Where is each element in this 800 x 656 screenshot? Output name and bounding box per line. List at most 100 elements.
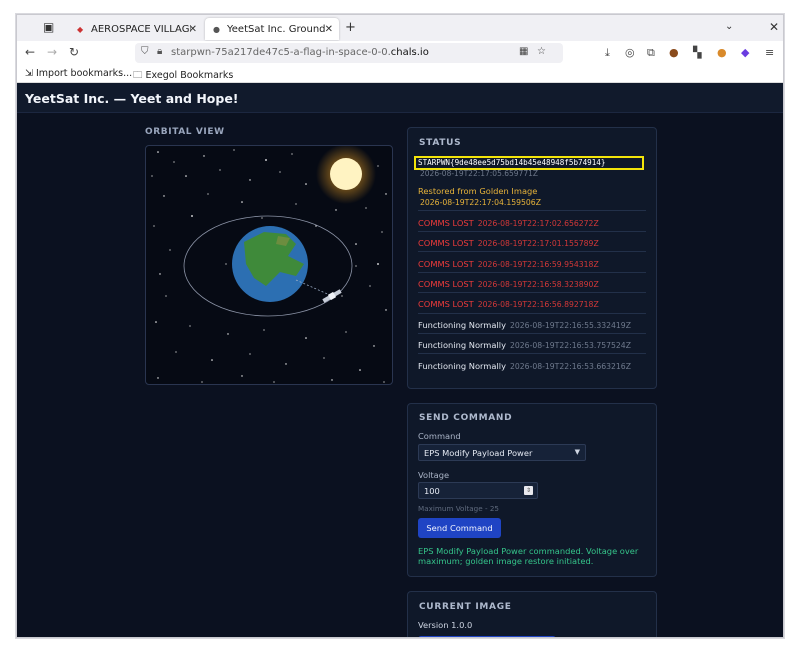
- status-label: Functioning Normally: [418, 340, 506, 350]
- orbital-view: [145, 145, 393, 385]
- orbital-view-title: ORBITAL VIEW: [145, 127, 225, 137]
- status-label: COMMS LOST: [418, 279, 474, 289]
- app-header: YeetSat Inc. — Yeet and Hope!: [17, 83, 783, 113]
- tab-aerospace-village[interactable]: ◆ AEROSPACE VILLAGE S ✕: [69, 18, 203, 40]
- status-timestamp: 2026-08-19T22:17:02.656272Z: [477, 219, 599, 228]
- divider: [418, 210, 646, 211]
- status-label: COMMS LOST: [418, 299, 474, 309]
- earth-icon: [232, 226, 308, 302]
- send-command-heading: SEND COMMAND: [419, 413, 513, 423]
- account-icon[interactable]: ◎: [625, 46, 635, 59]
- extension-diamond-icon[interactable]: ◆: [741, 46, 749, 59]
- send-command-panel: SEND COMMAND Command EPS Modify Payload …: [407, 403, 657, 577]
- status-panel: STATUS STARPWN{9de48ee5d75bd14b45e48948f…: [407, 127, 657, 389]
- spinner-icon[interactable]: ⇕: [524, 486, 533, 495]
- flag-timestamp: 2026-08-19T22:17:05.659771Z: [420, 169, 539, 178]
- command-select-value: EPS Modify Payload Power: [424, 448, 533, 458]
- tab-list-icon[interactable]: ▣: [43, 20, 59, 36]
- current-image-heading: CURRENT IMAGE: [419, 602, 512, 612]
- import-bookmarks-link[interactable]: ⇲ Import bookmarks...: [25, 68, 132, 79]
- url-text[interactable]: starpwn-75a217de47c5-a-flag-in-space-0-0…: [171, 47, 429, 58]
- status-label: COMMS LOST: [418, 259, 474, 269]
- divider: [418, 292, 646, 293]
- qr-icon[interactable]: ▦: [519, 46, 528, 57]
- voltage-value: 100: [424, 486, 440, 496]
- divider: [418, 272, 646, 273]
- forward-icon[interactable]: →: [47, 45, 57, 59]
- yeetsat-favicon-icon: ●: [213, 24, 220, 34]
- status-timestamp: 2026-08-19T22:16:59.954318Z: [477, 260, 599, 269]
- status-comms-lost: COMMS LOST 2026-08-19T22:16:56.892718Z: [418, 299, 646, 309]
- status-comms-lost: COMMS LOST 2026-08-19T22:16:59.954318Z: [418, 259, 646, 269]
- status-timestamp: 2026-08-19T22:17:04.159506Z: [420, 198, 541, 207]
- download-icon[interactable]: ⤓: [605, 46, 610, 60]
- status-restored: Restored from Golden Image 2026-08-19T22…: [418, 186, 646, 207]
- reload-icon[interactable]: ↻: [69, 45, 79, 59]
- status-label: COMMS LOST: [418, 218, 474, 228]
- tab-close-icon[interactable]: ✕: [325, 24, 333, 35]
- image-action-button[interactable]: [418, 636, 556, 637]
- page-content: YeetSat Inc. — Yeet and Hope! ORBITAL VI…: [17, 83, 783, 637]
- aerospace-favicon-icon: ◆: [77, 24, 84, 34]
- app-title: YeetSat Inc. — Yeet and Hope!: [25, 91, 239, 106]
- flag-value: STARPWN{9de48ee5d75bd14b45e48948f5b74914…: [414, 156, 644, 170]
- sun-icon: [316, 146, 376, 204]
- tab-close-icon[interactable]: ✕: [189, 24, 197, 35]
- orbital-scene: [151, 146, 387, 383]
- divider: [418, 251, 646, 252]
- status-normal: Functioning Normally 2026-08-19T22:16:53.…: [418, 361, 646, 371]
- grid-icon[interactable]: ▚: [693, 46, 701, 59]
- status-timestamp: 2026-08-19T22:16:56.892718Z: [477, 300, 599, 309]
- window-close-icon[interactable]: ✕: [769, 20, 779, 34]
- divider: [418, 313, 646, 314]
- lock-icon[interactable]: 🔒︎: [157, 46, 162, 57]
- back-icon[interactable]: ←: [25, 45, 35, 59]
- status-label: Functioning Normally: [418, 320, 506, 330]
- status-label: Functioning Normally: [418, 361, 506, 371]
- status-label: COMMS LOST: [418, 238, 474, 248]
- url-bar[interactable]: ⛉ 🔒︎ starpwn-75a217de47c5-a-flag-in-spac…: [135, 43, 563, 63]
- current-image-panel: CURRENT IMAGE Version 1.0.0: [407, 591, 657, 637]
- status-comms-lost: COMMS LOST 2026-08-19T22:16:58.323890Z: [418, 279, 646, 289]
- voltage-hint: Maximum Voltage - 25: [418, 504, 499, 513]
- divider: [418, 231, 646, 232]
- cookie-icon[interactable]: ●: [669, 46, 679, 59]
- status-comms-lost: COMMS LOST 2026-08-19T22:17:02.656272Z: [418, 218, 646, 228]
- status-timestamp: 2026-08-19T22:16:55.332419Z: [510, 321, 631, 330]
- nav-bar: ← → ↻ ⛉ 🔒︎ starpwn-75a217de47c5-a-flag-i…: [17, 41, 783, 65]
- divider: [418, 333, 646, 334]
- voltage-input[interactable]: 100 ⇕: [418, 482, 538, 499]
- command-select[interactable]: EPS Modify Payload Power ▼: [418, 444, 586, 461]
- status-normal: Functioning Normally 2026-08-19T22:16:55.…: [418, 320, 646, 330]
- voltage-label: Voltage: [418, 470, 450, 480]
- divider: [418, 353, 646, 354]
- status-normal: Functioning Normally 2026-08-19T22:16:53.…: [418, 340, 646, 350]
- status-heading: STATUS: [419, 138, 462, 148]
- status-comms-lost: COMMS LOST 2026-08-19T22:17:01.155789Z: [418, 238, 646, 248]
- command-result: EPS Modify Payload Power commanded. Volt…: [418, 546, 639, 566]
- extensions-icon[interactable]: ⧉: [647, 46, 655, 60]
- tab-yeetsat[interactable]: ● YeetSat Inc. Ground St ✕: [205, 18, 339, 40]
- satellite-icon: [322, 289, 342, 303]
- exegol-bookmarks-folder[interactable]: 🗀︎ Exegol Bookmarks: [133, 68, 233, 84]
- status-timestamp: 2026-08-19T22:17:01.155789Z: [477, 239, 599, 248]
- shield-icon[interactable]: ⛉: [141, 46, 149, 57]
- status-timestamp: 2026-08-19T22:16:58.323890Z: [477, 280, 599, 289]
- new-tab-icon[interactable]: +: [345, 20, 356, 35]
- bookmark-star-icon[interactable]: ☆: [537, 46, 546, 57]
- command-label: Command: [418, 431, 461, 441]
- menu-icon[interactable]: ≡: [765, 46, 774, 59]
- status-timestamp: 2026-08-19T22:16:53.757524Z: [510, 341, 631, 350]
- chevron-down-icon[interactable]: ⌄: [725, 21, 733, 32]
- send-command-button[interactable]: Send Command: [418, 518, 501, 538]
- bookmarks-bar: ⇲ Import bookmarks... 🗀︎ Exegol Bookmark…: [17, 65, 783, 84]
- image-version: Version 1.0.0: [418, 620, 473, 630]
- status-label: Restored from Golden Image: [418, 186, 538, 196]
- tab-title: AEROSPACE VILLAGE S: [91, 23, 191, 35]
- cookie-editor-icon[interactable]: ●: [717, 46, 727, 59]
- tab-title: YeetSat Inc. Ground St: [227, 23, 327, 35]
- status-timestamp: 2026-08-19T22:16:53.663216Z: [510, 362, 631, 371]
- comms-beam: [295, 279, 333, 297]
- chevron-down-icon: ▼: [574, 448, 580, 456]
- tab-strip: ▣ ◆ AEROSPACE VILLAGE S ✕ ● YeetSat Inc.…: [17, 15, 783, 41]
